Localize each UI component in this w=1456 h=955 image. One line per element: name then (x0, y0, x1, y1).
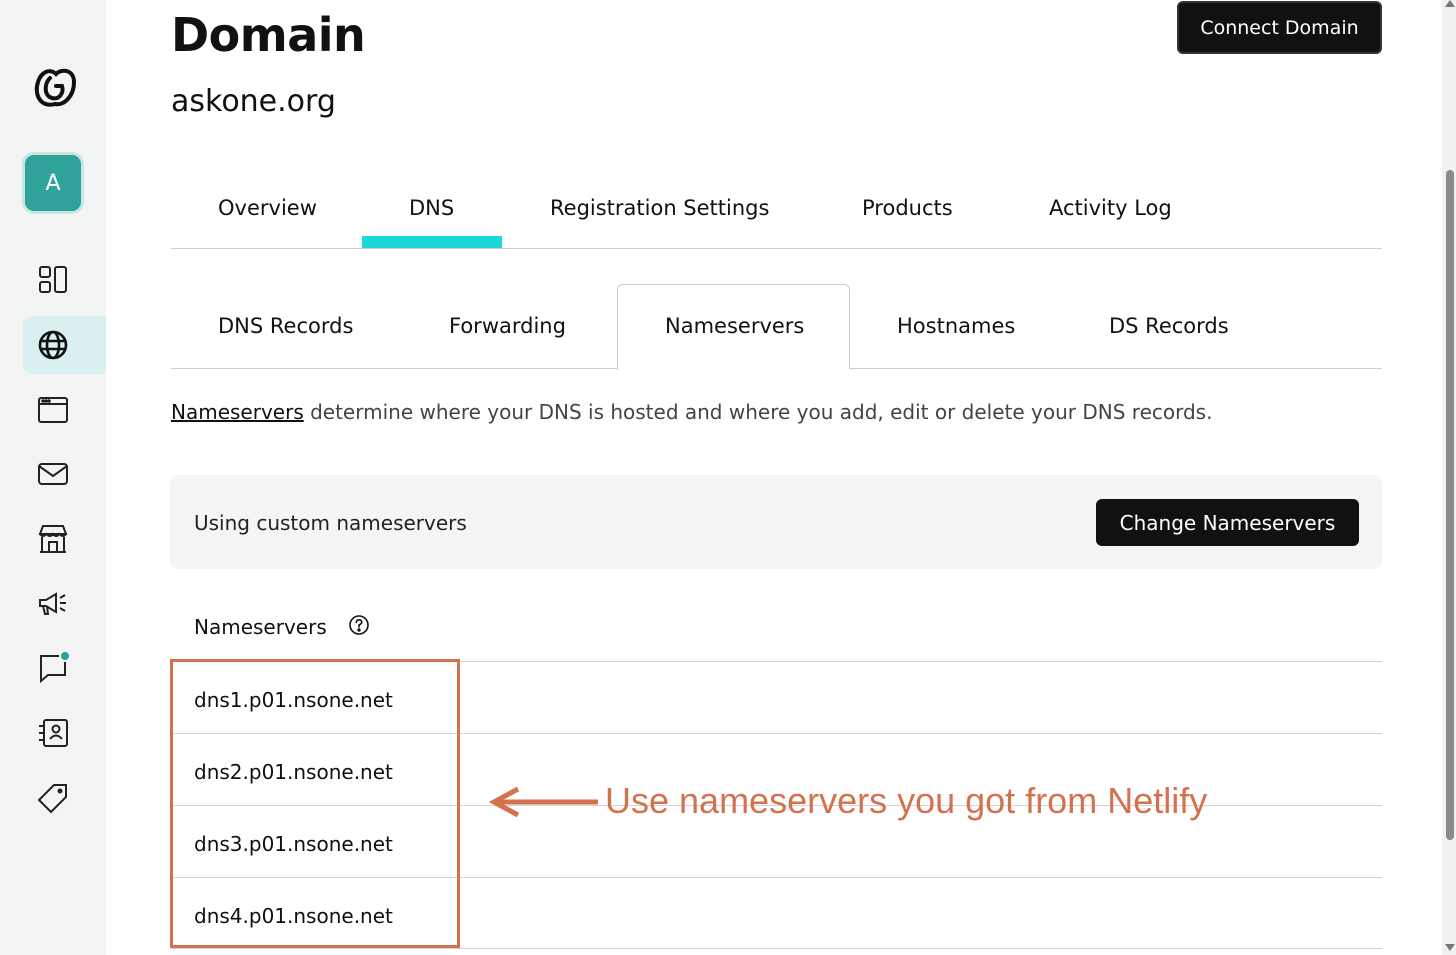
sidebar-item-store[interactable] (23, 510, 106, 568)
notification-dot (59, 650, 71, 662)
change-nameservers-button[interactable]: Change Nameservers (1096, 499, 1359, 546)
dns-subtabs: DNS Records Forwarding Nameservers Hostn… (171, 284, 1382, 370)
avatar[interactable]: A (22, 152, 84, 214)
sidebar: A (0, 0, 106, 955)
sidebar-item-email[interactable] (23, 445, 106, 503)
sidebar-item-conversations[interactable] (23, 639, 106, 697)
subtab-nameservers[interactable]: Nameservers (665, 314, 804, 338)
annotation-highlight-box (170, 659, 460, 948)
sidebar-item-contacts[interactable] (23, 704, 106, 762)
tab-dns[interactable]: DNS (409, 196, 454, 220)
connect-domain-button[interactable]: Connect Domain (1177, 1, 1382, 54)
sidebar-item-websites[interactable] (23, 381, 106, 439)
annotation-arrow-icon (488, 786, 598, 818)
active-tab-indicator (362, 236, 502, 248)
subtab-hostnames[interactable]: Hostnames (897, 314, 1015, 338)
tab-registration-settings[interactable]: Registration Settings (550, 196, 769, 220)
avatar-letter: A (45, 170, 61, 196)
tab-overview[interactable]: Overview (218, 196, 317, 220)
sidebar-item-marketing[interactable] (23, 574, 106, 632)
contacts-icon (39, 719, 68, 747)
domain-name: askone.org (171, 84, 336, 119)
status-text: Using custom nameservers (194, 511, 467, 535)
tag-icon (37, 784, 67, 814)
sidebar-item-domains[interactable] (23, 316, 106, 374)
description-text: determine where your DNS is hosted and w… (303, 400, 1213, 424)
globe-icon (38, 330, 68, 360)
store-icon (38, 525, 68, 553)
scroll-down-arrow-icon[interactable] (1445, 944, 1455, 951)
nameserver-status-panel: Using custom nameservers Change Nameserv… (170, 475, 1382, 569)
dashboard-icon (39, 266, 67, 293)
sidebar-item-offers[interactable] (23, 769, 106, 827)
scrollbar-thumb[interactable] (1446, 170, 1454, 840)
nameservers-header: Nameservers (194, 615, 327, 639)
subtab-ds-records[interactable]: DS Records (1109, 314, 1229, 338)
megaphone-icon (39, 592, 66, 615)
page-title: Domain (171, 8, 366, 62)
tab-activity-log[interactable]: Activity Log (1049, 196, 1172, 220)
nameservers-description: Nameservers determine where your DNS is … (171, 400, 1212, 424)
browser-window-icon (38, 397, 68, 423)
sidebar-item-dashboard[interactable] (23, 251, 106, 309)
tab-products[interactable]: Products (862, 196, 953, 220)
scroll-up-arrow-icon[interactable] (1445, 0, 1455, 7)
main-tabs: Overview DNS Registration Settings Produ… (171, 180, 1382, 249)
annotation-text: Use nameservers you got from Netlify (605, 780, 1208, 821)
nameservers-help-link[interactable]: Nameservers (171, 400, 304, 424)
subtab-forwarding[interactable]: Forwarding (449, 314, 566, 338)
help-icon[interactable] (348, 614, 370, 636)
mail-icon (38, 463, 68, 485)
subtab-dns-records[interactable]: DNS Records (218, 314, 353, 338)
godaddy-logo-icon[interactable] (30, 64, 80, 110)
